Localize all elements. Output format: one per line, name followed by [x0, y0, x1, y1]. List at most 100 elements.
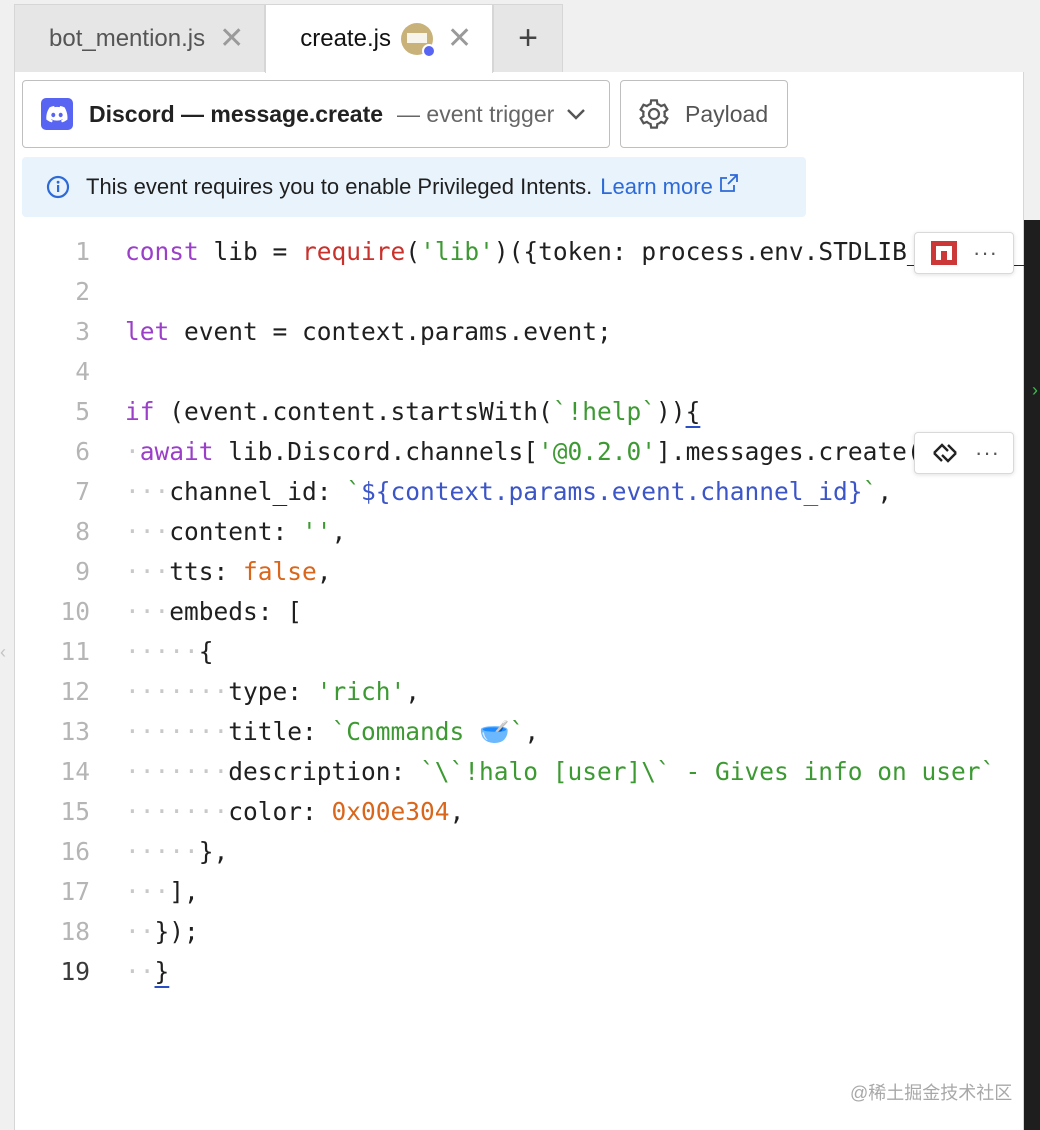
code-text: ·····}, — [125, 832, 228, 872]
code-token: require — [302, 237, 406, 266]
line-number: 12 — [60, 677, 90, 706]
code-token: ], — [169, 877, 199, 906]
payload-label: Payload — [685, 100, 769, 127]
code-token: const — [125, 237, 199, 266]
more-dots-icon[interactable]: ··· — [973, 242, 998, 264]
line-number: 6 — [75, 437, 90, 466]
prompt-chevron-icon: › — [1032, 380, 1038, 400]
code-token: ······· — [125, 677, 229, 706]
code-token: ······· — [125, 717, 229, 746]
code-text: ···embeds: [ — [125, 592, 302, 632]
code-token: '@0.2.0' — [538, 437, 657, 466]
line-number: 3 — [75, 317, 90, 346]
new-tab-button[interactable]: + — [493, 4, 564, 72]
code-token: event = context.params.event; — [184, 317, 612, 346]
code-token: , — [331, 517, 347, 546]
code-token: · — [125, 437, 140, 466]
code-token: ······· — [125, 797, 229, 826]
gear-icon — [639, 99, 669, 129]
code-line[interactable]: 6 ·await lib.Discord.channels['@0.2.0'].m… — [14, 432, 1024, 472]
code-text: ···tts: false, — [125, 552, 332, 592]
code-token: 'rich' — [316, 677, 406, 706]
code-token: content: — [169, 517, 303, 546]
collapse-left-icon[interactable]: ‹ — [0, 642, 6, 663]
npm-widget[interactable]: ··· — [914, 232, 1014, 274]
code-line[interactable]: 18 ··}); — [14, 912, 1024, 952]
code-text: ··} — [125, 952, 169, 992]
info-text: This event requires you to enable Privil… — [86, 174, 593, 199]
learn-more-link[interactable]: Learn more — [600, 174, 713, 200]
code-token: await — [139, 437, 214, 466]
tab-bot-mention[interactable]: bot_mention.js ✕ — [14, 4, 266, 72]
line-number: 18 — [60, 917, 90, 946]
code-token: ······· — [125, 757, 229, 786]
code-text: ···content: '', — [125, 512, 346, 552]
code-line[interactable]: 11 ·····{ — [14, 632, 1024, 672]
close-icon[interactable]: ✕ — [447, 24, 472, 54]
code-line[interactable]: 14 ·······description: `\`!halo [user]\` … — [14, 752, 1024, 792]
chevron-down-icon — [567, 109, 585, 120]
tab-create[interactable]: create.js ✕ — [265, 4, 494, 73]
code-text: ·······title: `Commands 🥣`, — [125, 712, 539, 752]
npm-icon — [931, 241, 957, 265]
code-token: { — [685, 397, 701, 426]
close-icon[interactable]: ✕ — [219, 23, 244, 54]
line-number: 8 — [75, 517, 90, 546]
line-number: 14 — [60, 757, 90, 786]
code-token: 🥣 — [479, 717, 510, 746]
code-token: , — [316, 557, 332, 586]
code-line[interactable]: 13 ·······title: `Commands 🥣`, — [14, 712, 1024, 752]
code-token: lib = — [213, 237, 303, 266]
trigger-name: Discord — message.create — [89, 100, 384, 127]
code-token: , — [405, 677, 421, 706]
code-token: ${context.params.event.channel_id} — [361, 477, 863, 506]
code-token: }); — [154, 917, 199, 946]
code-token: `Commands — [331, 717, 480, 746]
code-line[interactable]: 3 let event = context.params.event; — [14, 312, 1024, 352]
code-line[interactable]: 2 — [14, 272, 1024, 312]
code-line[interactable]: 9 ···tts: false, — [14, 552, 1024, 592]
code-line[interactable]: 12 ·······type: 'rich', — [14, 672, 1024, 712]
code-token: type: — [228, 677, 317, 706]
info-circle-icon — [46, 175, 70, 199]
code-token: ··· — [125, 557, 170, 586]
external-link-icon[interactable] — [719, 173, 739, 193]
code-line[interactable]: 8 ···content: '', — [14, 512, 1024, 552]
code-text: ··}); — [125, 912, 199, 952]
discord-logo-icon — [41, 98, 73, 130]
line-number: 17 — [60, 877, 90, 906]
code-line[interactable]: 7 ···channel_id: `${context.params.event.… — [14, 472, 1024, 512]
code-token: ····· — [125, 837, 199, 866]
code-token: title: — [228, 717, 332, 746]
line-number: 9 — [75, 557, 90, 586]
code-token: , — [877, 477, 893, 506]
more-dots-icon[interactable]: ··· — [975, 442, 1000, 464]
payload-button[interactable]: Payload — [620, 80, 788, 148]
code-token: '' — [302, 517, 332, 546]
code-token: (event.content.startsWith( — [154, 397, 553, 426]
code-line[interactable]: 5 if (event.content.startsWith(`!help`)){ — [14, 392, 1024, 432]
code-line[interactable]: 17 ···], — [14, 872, 1024, 912]
code-editor[interactable]: 1 const lib = require('lib')({token: proc… — [14, 232, 1024, 1012]
code-token: } — [154, 957, 170, 986]
api-node-icon — [933, 443, 957, 463]
code-token: ····· — [125, 637, 199, 666]
code-line[interactable]: 16 ·····}, — [14, 832, 1024, 872]
code-token: if — [125, 397, 155, 426]
code-line[interactable]: 15 ·······color: 0x00e304, — [14, 792, 1024, 832]
tab-label: create.js — [300, 25, 391, 52]
code-line[interactable]: 19 ··} — [14, 952, 1024, 992]
code-token: let — [125, 317, 170, 346]
api-widget[interactable]: ··· — [914, 432, 1014, 474]
code-token: ··· — [125, 477, 170, 506]
event-trigger-select[interactable]: Discord — message.create — event trigger — [22, 80, 610, 148]
code-line[interactable]: 4 — [14, 352, 1024, 392]
code-token: description: — [228, 757, 421, 786]
code-token: ··· — [125, 877, 170, 906]
code-line[interactable]: 10 ···embeds: [ — [14, 592, 1024, 632]
code-token: tts: — [169, 557, 244, 586]
code-token: ( — [405, 237, 421, 266]
line-number: 2 — [75, 277, 90, 306]
code-token: embeds: [ — [169, 597, 303, 626]
code-line[interactable]: 1 const lib = require('lib')({token: proc… — [14, 232, 1024, 272]
